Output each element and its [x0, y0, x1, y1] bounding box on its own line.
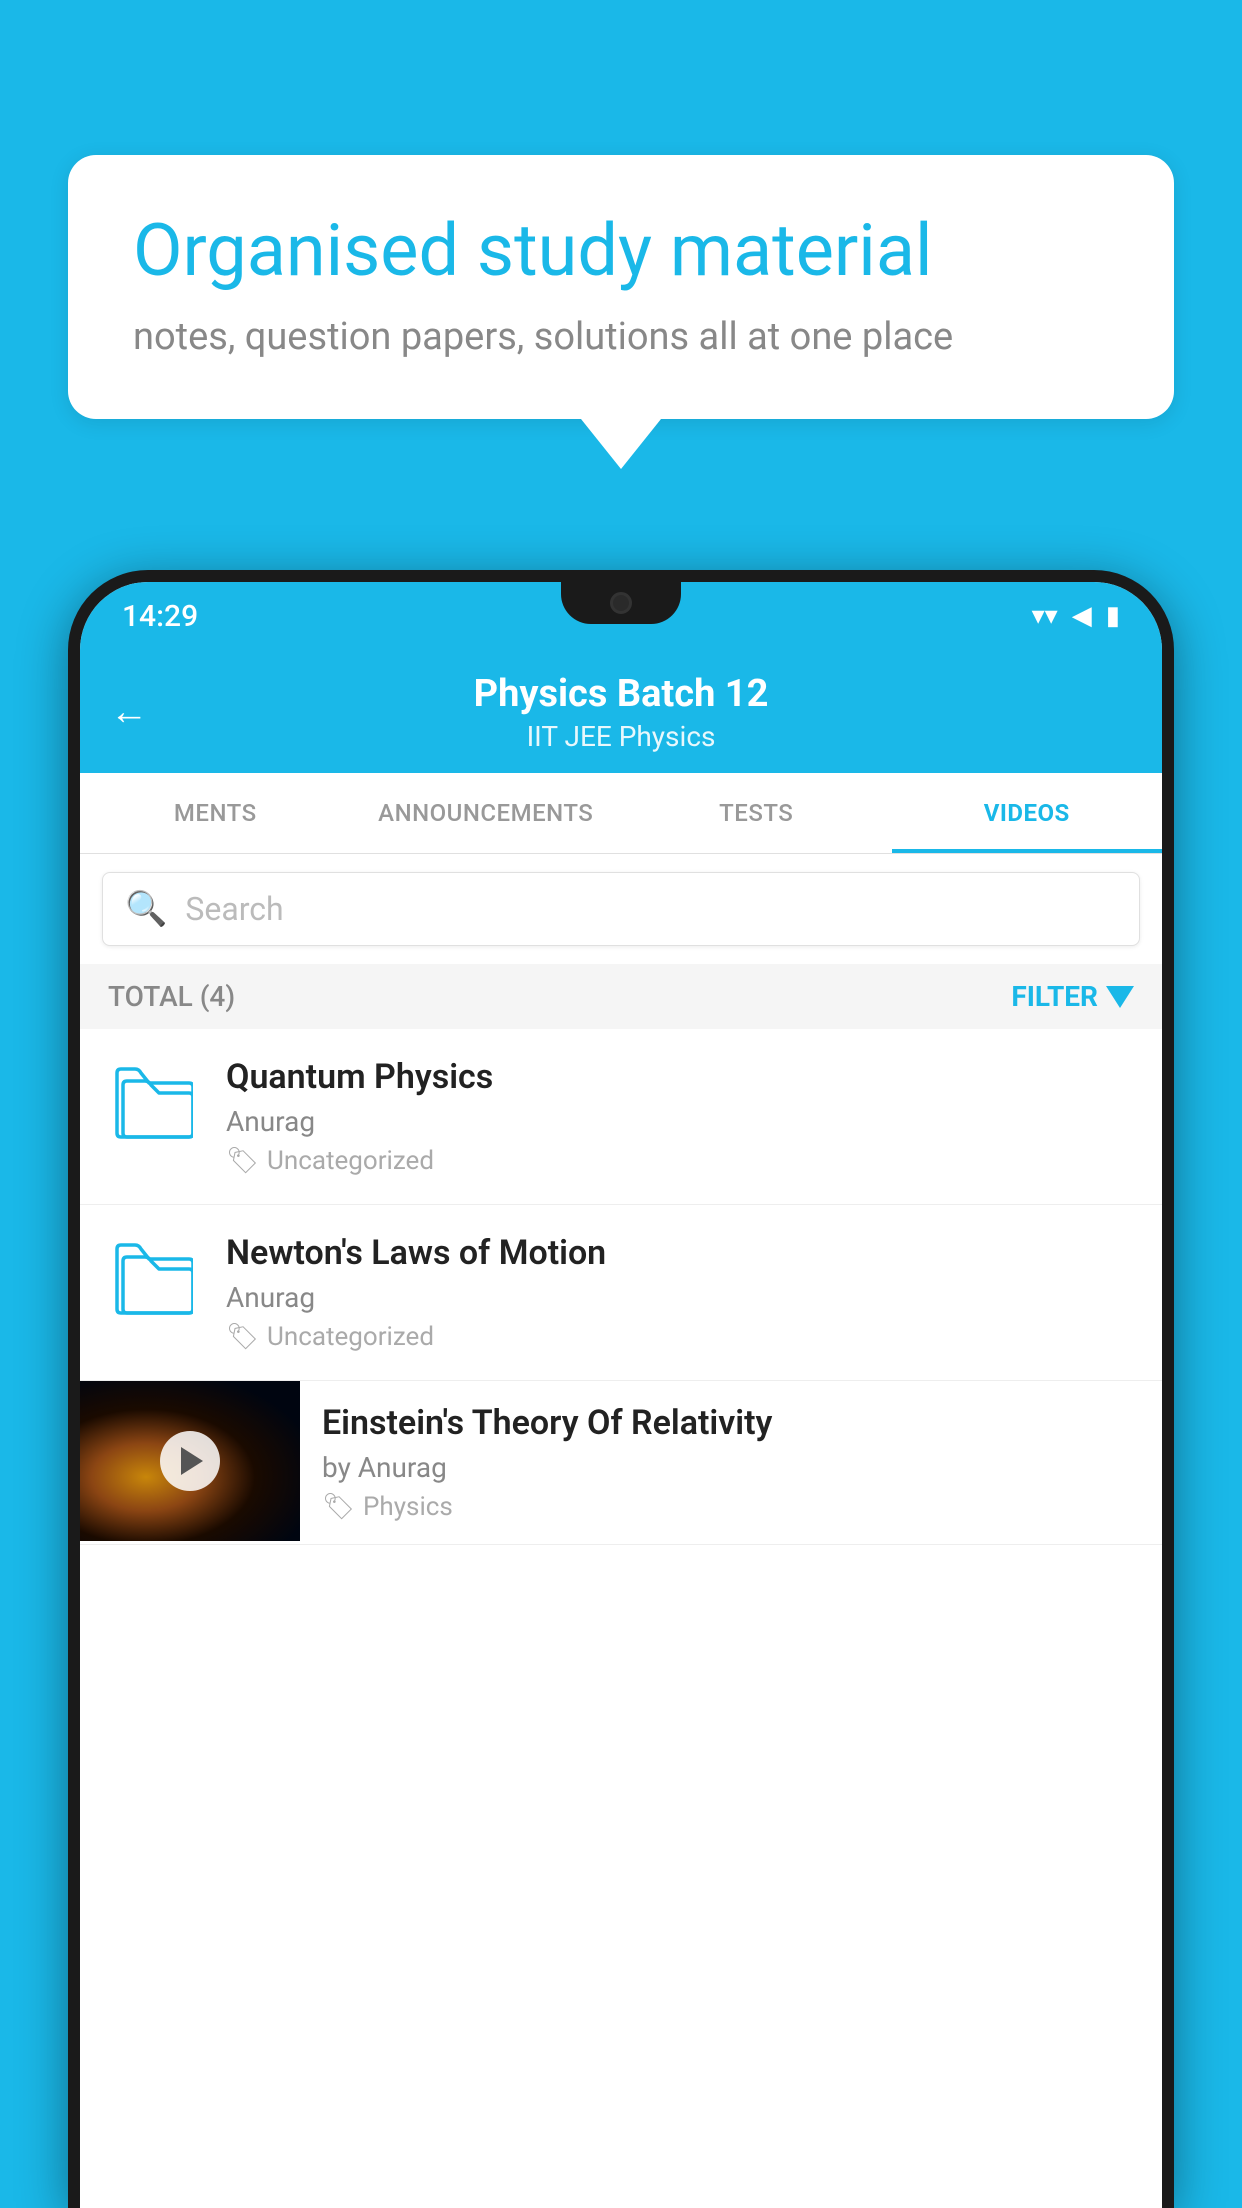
tag-icon: 🏷	[226, 1322, 259, 1352]
play-button[interactable]	[160, 1431, 220, 1491]
total-count: TOTAL (4)	[108, 980, 235, 1013]
search-bar[interactable]: 🔍 Search	[102, 872, 1140, 946]
filter-row: TOTAL (4) FILTER	[80, 964, 1162, 1029]
phone-frame: 14:29 ▾▾ ◀ ▮ ← Physics Batch 12 IIT JEE …	[68, 570, 1174, 2208]
list-item-video[interactable]: Einstein's Theory Of Relativity by Anura…	[80, 1381, 1162, 1545]
phone-notch	[561, 582, 681, 624]
video-content: Einstein's Theory Of Relativity by Anura…	[300, 1381, 1162, 1544]
tab-tests[interactable]: TESTS	[621, 773, 892, 853]
speech-bubble-card: Organised study material notes, question…	[68, 155, 1174, 419]
item-title: Quantum Physics	[226, 1057, 1134, 1097]
item-tag: 🏷 Uncategorized	[226, 1322, 1134, 1352]
video-thumbnail	[80, 1381, 300, 1541]
filter-icon	[1106, 986, 1134, 1008]
status-icons: ▾▾ ◀ ▮	[1032, 601, 1120, 631]
speech-bubble-section: Organised study material notes, question…	[68, 155, 1174, 469]
item-content: Newton's Laws of Motion Anurag 🏷 Uncateg…	[226, 1233, 1134, 1352]
battery-icon: ▮	[1106, 601, 1120, 631]
tab-announcements[interactable]: ANNOUNCEMENTS	[351, 773, 622, 853]
speech-bubble-arrow	[581, 419, 661, 469]
tag-icon: 🏷	[322, 1492, 355, 1522]
video-tag: 🏷 Physics	[322, 1492, 1140, 1522]
video-title: Einstein's Theory Of Relativity	[322, 1403, 1140, 1443]
list-item[interactable]: Quantum Physics Anurag 🏷 Uncategorized	[80, 1029, 1162, 1205]
app-header: ← Physics Batch 12 IIT JEE Physics	[80, 650, 1162, 773]
list-item[interactable]: Newton's Laws of Motion Anurag 🏷 Uncateg…	[80, 1205, 1162, 1381]
batch-title: Physics Batch 12	[110, 672, 1132, 716]
signal-icon: ◀	[1072, 601, 1092, 631]
item-content: Quantum Physics Anurag 🏷 Uncategorized	[226, 1057, 1134, 1176]
tab-bar: MENTS ANNOUNCEMENTS TESTS VIDEOS	[80, 773, 1162, 854]
wifi-icon: ▾▾	[1032, 601, 1058, 631]
phone-screen: 14:29 ▾▾ ◀ ▮ ← Physics Batch 12 IIT JEE …	[80, 582, 1162, 2208]
item-author: Anurag	[226, 1281, 1134, 1314]
speech-bubble-subtitle: notes, question papers, solutions all at…	[133, 315, 1109, 359]
folder-icon-wrapper	[108, 1057, 198, 1147]
speech-bubble-title: Organised study material	[133, 210, 1109, 293]
folder-icon	[113, 1241, 193, 1316]
front-camera	[610, 592, 632, 614]
tab-videos[interactable]: VIDEOS	[892, 773, 1163, 853]
item-author: Anurag	[226, 1105, 1134, 1138]
batch-subtitle: IIT JEE Physics	[110, 720, 1132, 753]
content-list: Quantum Physics Anurag 🏷 Uncategorized	[80, 1029, 1162, 1545]
folder-icon	[113, 1065, 193, 1140]
folder-icon-wrapper	[108, 1233, 198, 1323]
search-placeholder: Search	[185, 890, 283, 928]
item-title: Newton's Laws of Motion	[226, 1233, 1134, 1273]
status-time: 14:29	[122, 599, 198, 634]
tab-ments[interactable]: MENTS	[80, 773, 351, 853]
search-icon: 🔍	[125, 889, 167, 929]
play-icon	[181, 1447, 203, 1475]
item-tag: 🏷 Uncategorized	[226, 1146, 1134, 1176]
filter-button[interactable]: FILTER	[1011, 980, 1134, 1013]
tag-icon: 🏷	[226, 1146, 259, 1176]
video-author: by Anurag	[322, 1451, 1140, 1484]
